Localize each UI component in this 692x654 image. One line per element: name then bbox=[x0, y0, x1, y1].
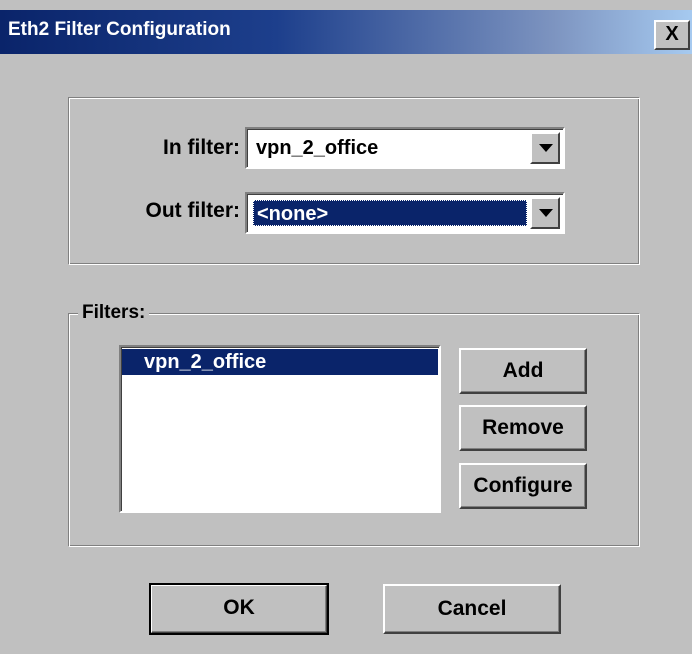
filters-listbox[interactable]: vpn_2_office bbox=[119, 345, 441, 513]
configure-button[interactable]: Configure bbox=[459, 463, 587, 509]
filter-select-group bbox=[68, 97, 640, 265]
in-filter-dropdown[interactable]: vpn_2_office bbox=[245, 127, 565, 169]
title-bar[interactable]: Eth2 Filter Configuration X bbox=[0, 10, 692, 54]
out-filter-label: Out filter: bbox=[145, 199, 241, 222]
in-filter-value: vpn_2_office bbox=[256, 137, 379, 159]
filters-legend: Filters: bbox=[78, 302, 150, 324]
close-icon: X bbox=[665, 23, 679, 45]
ok-button[interactable]: OK bbox=[149, 583, 329, 635]
add-button[interactable]: Add bbox=[459, 348, 587, 394]
close-button[interactable]: X bbox=[654, 20, 690, 50]
in-filter-label: In filter: bbox=[163, 136, 240, 159]
filter-config-dialog: Eth2 Filter Configuration X In filter: v… bbox=[0, 0, 692, 654]
chevron-down-icon[interactable] bbox=[530, 197, 560, 229]
chevron-down-icon[interactable] bbox=[530, 132, 560, 164]
out-filter-value: <none> bbox=[253, 200, 527, 226]
cancel-button[interactable]: Cancel bbox=[383, 584, 561, 634]
list-item[interactable]: vpn_2_office bbox=[122, 349, 438, 375]
out-filter-dropdown[interactable]: <none> bbox=[245, 192, 565, 234]
remove-button[interactable]: Remove bbox=[459, 405, 587, 451]
dialog-title: Eth2 Filter Configuration bbox=[8, 19, 231, 40]
